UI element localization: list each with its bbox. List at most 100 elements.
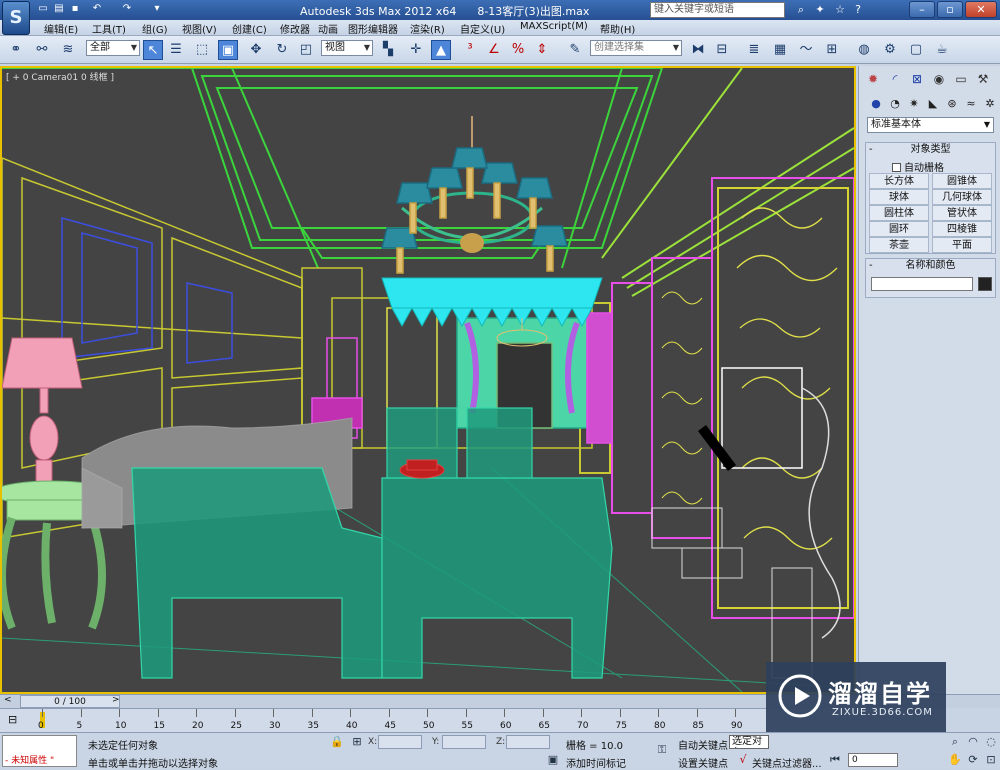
- bind-space-warp-icon[interactable]: ≋: [58, 40, 78, 60]
- cameras-icon[interactable]: ◣: [924, 96, 942, 112]
- x-coordinate-field[interactable]: [378, 735, 422, 749]
- utilities-tab-icon[interactable]: ⚒: [973, 70, 993, 88]
- percent-snap-icon[interactable]: %: [508, 40, 528, 60]
- render-teapot-icon[interactable]: ☕: [932, 40, 952, 60]
- menu-animation[interactable]: 动画: [318, 21, 338, 36]
- spinner-snap-icon[interactable]: ⇕: [532, 40, 552, 60]
- communication-icon[interactable]: ☆: [832, 2, 848, 18]
- new-file-icon[interactable]: ▭: [36, 2, 50, 16]
- maxscript-listener[interactable]: - 未知属性 ": [2, 735, 77, 767]
- viewport-label[interactable]: [ + 0 Camera01 0 线框 ]: [6, 70, 114, 83]
- object-type-header[interactable]: - 对象类型: [866, 143, 995, 157]
- select-by-name-icon[interactable]: ☰: [166, 40, 186, 60]
- geometry-icon[interactable]: ●: [867, 96, 885, 112]
- tube-button[interactable]: 管状体: [932, 205, 992, 221]
- current-frame-field[interactable]: 0: [848, 753, 898, 767]
- zoom-icon[interactable]: ⌕: [948, 735, 962, 749]
- mini-curve-editor-icon[interactable]: ⊟: [8, 713, 17, 726]
- angle-snap-icon[interactable]: ∠: [484, 40, 504, 60]
- menu-customize[interactable]: 自定义(U): [460, 21, 505, 36]
- menu-graph-editors[interactable]: 图形编辑器: [348, 21, 398, 36]
- helpers-icon[interactable]: ⊛: [943, 96, 961, 112]
- key-filter-curve-icon[interactable]: √: [736, 753, 750, 767]
- systems-icon[interactable]: ✲: [981, 96, 999, 112]
- time-slider-handle[interactable]: 0 / 100: [20, 695, 120, 708]
- quick-access-dropdown-icon[interactable]: ▾: [150, 2, 164, 16]
- object-name-field[interactable]: [871, 277, 973, 291]
- search-input[interactable]: 键入关键字或短语: [650, 2, 785, 18]
- torus-button[interactable]: 圆环: [869, 221, 929, 237]
- lights-icon[interactable]: ✷: [905, 96, 923, 112]
- lock-icon[interactable]: 🔒: [330, 735, 344, 749]
- menu-help[interactable]: 帮助(H): [600, 21, 635, 36]
- undo-icon[interactable]: ↶: [90, 2, 104, 16]
- plane-button[interactable]: 平面: [932, 237, 992, 253]
- move-icon[interactable]: ✥: [246, 40, 266, 60]
- cone-button[interactable]: 圆锥体: [932, 173, 992, 189]
- track-bar[interactable]: ⊟ 0 5 10 15 20 25 30 35 40 45 50 55 60 65 70 75 80 85 90: [0, 708, 770, 732]
- menu-tools[interactable]: 工具(T): [92, 21, 126, 36]
- absolute-mode-icon[interactable]: ⊞: [350, 735, 364, 749]
- open-file-icon[interactable]: ▤: [52, 2, 66, 16]
- edit-named-selection-icon[interactable]: ✎: [565, 40, 585, 60]
- y-coordinate-field[interactable]: [442, 735, 486, 749]
- time-tag-icon[interactable]: ▣: [546, 753, 560, 767]
- spacewarps-icon[interactable]: ≈: [962, 96, 980, 112]
- cylinder-button[interactable]: 圆柱体: [869, 205, 929, 221]
- menu-rendering[interactable]: 渲染(R): [410, 21, 445, 36]
- slider-next-icon[interactable]: >: [112, 695, 120, 705]
- close-button[interactable]: ✕: [965, 1, 997, 18]
- teapot-button[interactable]: 茶壶: [869, 237, 929, 253]
- render-setup-icon[interactable]: ⚙: [880, 40, 900, 60]
- pan-hand-icon[interactable]: ✋: [948, 753, 962, 767]
- subscription-icon[interactable]: ✦: [812, 2, 828, 18]
- rendered-frame-icon[interactable]: ▢: [906, 40, 926, 60]
- auto-key-button[interactable]: 自动关键点: [678, 737, 728, 752]
- autogrid-checkbox[interactable]: 自动栅格: [892, 159, 944, 174]
- name-color-header[interactable]: - 名称和颜色: [866, 259, 995, 273]
- layer-manager-icon[interactable]: ≣: [744, 40, 764, 60]
- sphere-button[interactable]: 球体: [869, 189, 929, 205]
- app-logo-button[interactable]: S: [2, 1, 30, 35]
- curve-editor-icon[interactable]: 〜: [796, 40, 816, 60]
- rectangle-selection-icon[interactable]: ⬚: [192, 40, 212, 60]
- reference-coordinate-dropdown[interactable]: 视图 ▼: [321, 40, 373, 56]
- link-icon[interactable]: ⚭: [6, 40, 26, 60]
- keyboard-shortcut-override-icon[interactable]: ▲: [431, 40, 451, 60]
- orbit-icon[interactable]: ◌: [984, 735, 998, 749]
- hierarchy-tab-icon[interactable]: ⊠: [907, 70, 927, 88]
- save-file-icon[interactable]: ▪: [68, 2, 82, 16]
- help-icon[interactable]: ?: [850, 2, 866, 18]
- primitive-type-dropdown[interactable]: 标准基本体 ▼: [867, 117, 994, 133]
- window-crossing-icon[interactable]: ▣: [218, 40, 238, 60]
- geosphere-button[interactable]: 几何球体: [932, 189, 992, 205]
- go-to-start-icon[interactable]: ⏮: [828, 753, 842, 767]
- selection-filter-dropdown[interactable]: 全部 ▼: [86, 40, 140, 56]
- camera-viewport[interactable]: [ + 0 Camera01 0 线框 ]: [0, 66, 856, 694]
- key-mode-dropdown[interactable]: 选定对象: [729, 735, 769, 749]
- key-icon[interactable]: ⚿: [650, 743, 674, 757]
- select-object-icon[interactable]: ↖: [143, 40, 163, 60]
- graphite-toggle-icon[interactable]: ▦: [770, 40, 790, 60]
- named-selection-dropdown[interactable]: 创建选择集 ▼: [590, 40, 682, 56]
- snap-3d-icon[interactable]: ³: [460, 40, 480, 60]
- schematic-view-icon[interactable]: ⊞: [822, 40, 842, 60]
- redo-icon[interactable]: ↷: [120, 2, 134, 16]
- pyramid-button[interactable]: 四棱锥: [932, 221, 992, 237]
- shapes-icon[interactable]: ◔: [886, 96, 904, 112]
- menu-create[interactable]: 创建(C): [232, 21, 267, 36]
- menu-edit[interactable]: 编辑(E): [44, 21, 78, 36]
- unlink-icon[interactable]: ⚯: [32, 40, 52, 60]
- display-tab-icon[interactable]: ▭: [951, 70, 971, 88]
- menu-views[interactable]: 视图(V): [182, 21, 217, 36]
- select-manipulate-icon[interactable]: ✛: [406, 40, 426, 60]
- maximize-viewport-icon[interactable]: ⊡: [984, 753, 998, 767]
- menu-maxscript[interactable]: MAXScript(M): [520, 21, 588, 32]
- minimize-button[interactable]: –: [909, 1, 935, 18]
- rotate-icon[interactable]: ↻: [272, 40, 292, 60]
- object-color-swatch[interactable]: [978, 277, 992, 291]
- mirror-icon[interactable]: ⧓: [688, 40, 708, 60]
- pivot-center-icon[interactable]: ▚: [378, 40, 398, 60]
- arc-rotate-icon[interactable]: ⟳: [966, 753, 980, 767]
- align-icon[interactable]: ⊟: [712, 40, 732, 60]
